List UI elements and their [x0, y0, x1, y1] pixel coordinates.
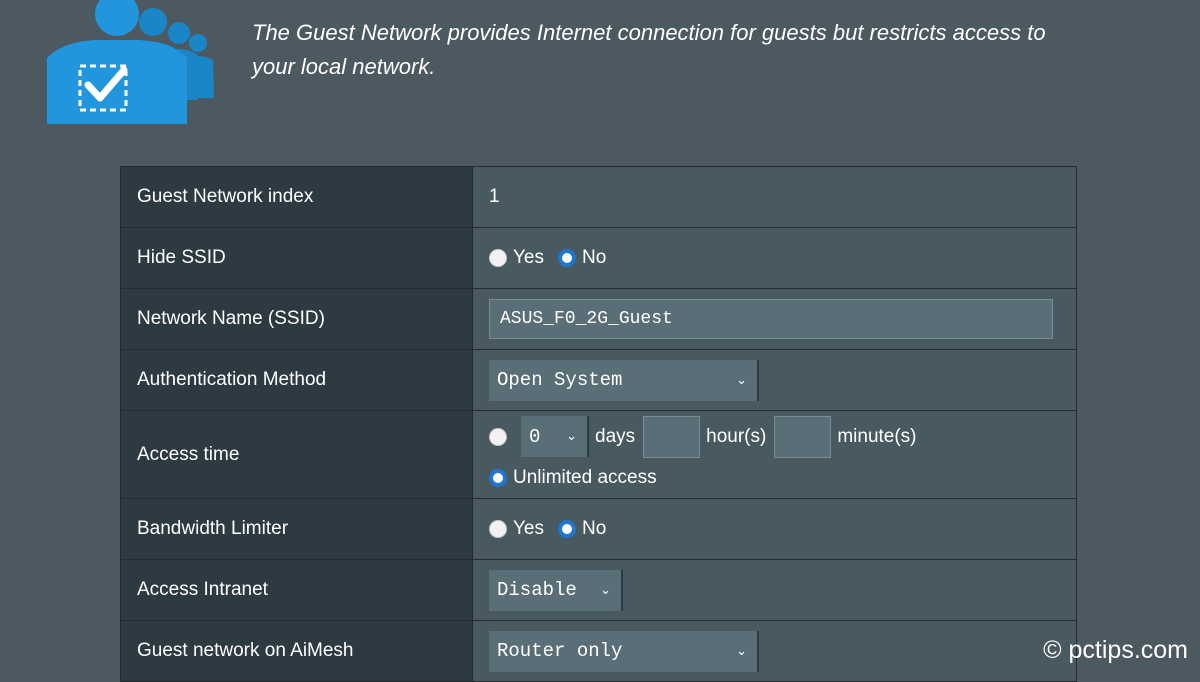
guest-network-settings-table: Guest Network index 1 Hide SSID Yes No N…	[120, 166, 1077, 682]
authentication-method-select[interactable]: Open System ⌄	[489, 359, 759, 401]
bandwidth-limiter-radio-group: Yes No	[489, 518, 1076, 540]
hide-ssid-radio-group: Yes No	[489, 247, 1076, 269]
bandwidth-no-label: No	[582, 518, 607, 539]
hours-unit-label: hour(s)	[706, 425, 767, 447]
guest-network-index-label: Guest Network index	[120, 166, 473, 228]
access-time-label: Access time	[120, 410, 473, 499]
hide-ssid-yes-label: Yes	[513, 247, 544, 268]
hours-input[interactable]	[643, 415, 701, 458]
row-hide-ssid: Hide SSID Yes No	[120, 227, 1077, 289]
days-value: 0	[529, 425, 541, 448]
hide-ssid-no-radio[interactable]	[558, 249, 576, 267]
access-intranet-value: Disable	[497, 579, 577, 601]
row-authentication-method: Authentication Method Open System ⌄	[120, 349, 1077, 411]
row-guest-network-aimesh: Guest network on AiMesh Router only ⌄	[120, 620, 1077, 682]
authentication-method-label: Authentication Method	[120, 349, 473, 411]
bandwidth-no-radio[interactable]	[558, 520, 576, 538]
row-bandwidth-limiter: Bandwidth Limiter Yes No	[120, 498, 1077, 560]
ssid-input[interactable]	[489, 299, 1053, 339]
chevron-down-icon: ⌄	[736, 372, 747, 388]
row-guest-network-index: Guest Network index 1	[120, 166, 1077, 228]
minutes-unit-label: minute(s)	[837, 425, 917, 447]
watermark: © pctips.com	[1043, 636, 1188, 664]
minutes-input[interactable]	[774, 415, 832, 458]
row-network-name: Network Name (SSID)	[120, 288, 1077, 350]
network-name-label: Network Name (SSID)	[120, 288, 473, 350]
hide-ssid-yes-radio[interactable]	[489, 249, 507, 267]
row-access-time: Access time 0 ⌄ days hour(s) minute(s) U…	[120, 410, 1077, 499]
guest-network-icon	[40, 0, 230, 130]
days-select[interactable]: 0 ⌄	[521, 416, 589, 457]
aimesh-select[interactable]: Router only ⌄	[489, 630, 759, 672]
guest-network-index-value: 1	[472, 166, 1077, 228]
hide-ssid-label: Hide SSID	[120, 227, 473, 289]
row-access-intranet: Access Intranet Disable ⌄	[120, 559, 1077, 621]
authentication-method-value: Open System	[497, 369, 623, 391]
bandwidth-yes-label: Yes	[513, 518, 544, 539]
access-intranet-label: Access Intranet	[120, 559, 473, 621]
access-time-limited-line: 0 ⌄ days hour(s) minute(s)	[489, 415, 1076, 459]
access-time-limited-radio[interactable]	[489, 427, 507, 446]
bandwidth-limiter-label: Bandwidth Limiter	[120, 498, 473, 560]
access-time-unlimited-line: Unlimited access	[489, 461, 1076, 495]
days-unit-label: days	[595, 425, 636, 447]
aimesh-label: Guest network on AiMesh	[120, 620, 473, 682]
unlimited-access-radio[interactable]	[489, 468, 507, 487]
chevron-down-icon: ⌄	[600, 582, 611, 598]
bandwidth-yes-radio[interactable]	[489, 520, 507, 538]
intro-text: The Guest Network provides Internet conn…	[252, 20, 1046, 79]
aimesh-value: Router only	[497, 640, 623, 662]
hide-ssid-no-label: No	[582, 247, 607, 268]
chevron-down-icon: ⌄	[566, 429, 577, 444]
access-intranet-select[interactable]: Disable ⌄	[489, 569, 623, 611]
unlimited-access-label: Unlimited access	[513, 466, 657, 488]
chevron-down-icon: ⌄	[736, 643, 747, 659]
